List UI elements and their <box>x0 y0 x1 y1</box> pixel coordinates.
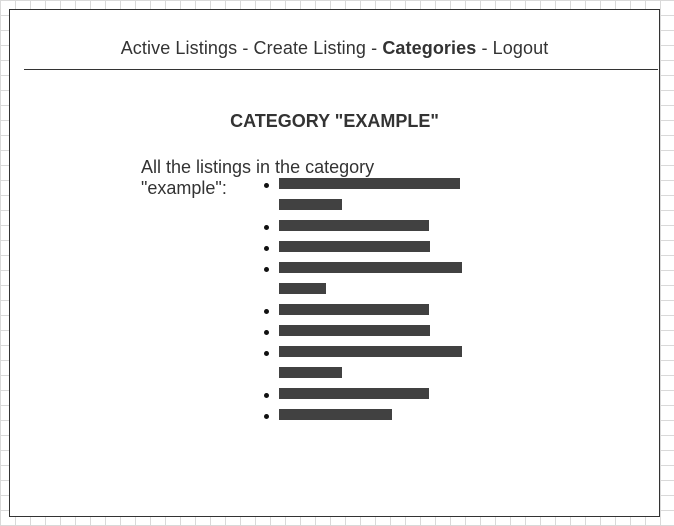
redacted-text-line <box>279 367 342 378</box>
listing-list <box>258 178 462 430</box>
listing-link[interactable] <box>279 325 462 336</box>
bullet-icon <box>264 183 269 188</box>
bullet-icon <box>264 267 269 272</box>
listing-item <box>258 262 462 294</box>
redacted-text-line <box>279 325 430 336</box>
listing-item <box>258 346 462 378</box>
bullet-icon <box>264 393 269 398</box>
nav-separator: - <box>476 38 493 58</box>
nav-separator: - <box>237 38 254 58</box>
redacted-text-line <box>279 241 430 252</box>
listing-item <box>258 304 462 315</box>
listing-item <box>258 409 462 420</box>
listing-link[interactable] <box>279 178 462 210</box>
redacted-text-line <box>279 283 326 294</box>
listing-link[interactable] <box>279 346 462 378</box>
nav-categories[interactable]: Categories <box>382 38 476 58</box>
bullet-icon <box>264 246 269 251</box>
bullet-icon <box>264 225 269 230</box>
redacted-text-line <box>279 220 429 231</box>
listing-item <box>258 220 462 231</box>
nav-divider <box>24 69 658 70</box>
redacted-text-line <box>279 262 462 273</box>
nav-logout[interactable]: Logout <box>493 38 549 58</box>
listing-item <box>258 388 462 399</box>
bullet-icon <box>264 351 269 356</box>
bullet-icon <box>264 309 269 314</box>
listing-item <box>258 241 462 252</box>
page-title: CATEGORY "EXAMPLE" <box>230 111 439 132</box>
redacted-text-line <box>279 388 429 399</box>
listing-link[interactable] <box>279 262 462 294</box>
redacted-text-line <box>279 409 392 420</box>
listing-item <box>258 325 462 336</box>
listing-link[interactable] <box>279 220 462 231</box>
redacted-text-line <box>279 346 462 357</box>
listing-link[interactable] <box>279 241 462 252</box>
listing-item <box>258 178 462 210</box>
nav-separator: - <box>366 38 383 58</box>
redacted-text-line <box>279 304 429 315</box>
redacted-text-line <box>279 199 342 210</box>
nav-active-listings[interactable]: Active Listings <box>121 38 238 58</box>
page-frame: Active Listings - Create Listing - Categ… <box>9 9 660 517</box>
listing-link[interactable] <box>279 304 462 315</box>
nav-create-listing[interactable]: Create Listing <box>254 38 366 58</box>
listing-link[interactable] <box>279 388 462 399</box>
top-navigation: Active Listings - Create Listing - Categ… <box>10 37 659 59</box>
bullet-icon <box>264 414 269 419</box>
listing-link[interactable] <box>279 409 462 420</box>
redacted-text-line <box>279 178 460 189</box>
bullet-icon <box>264 330 269 335</box>
